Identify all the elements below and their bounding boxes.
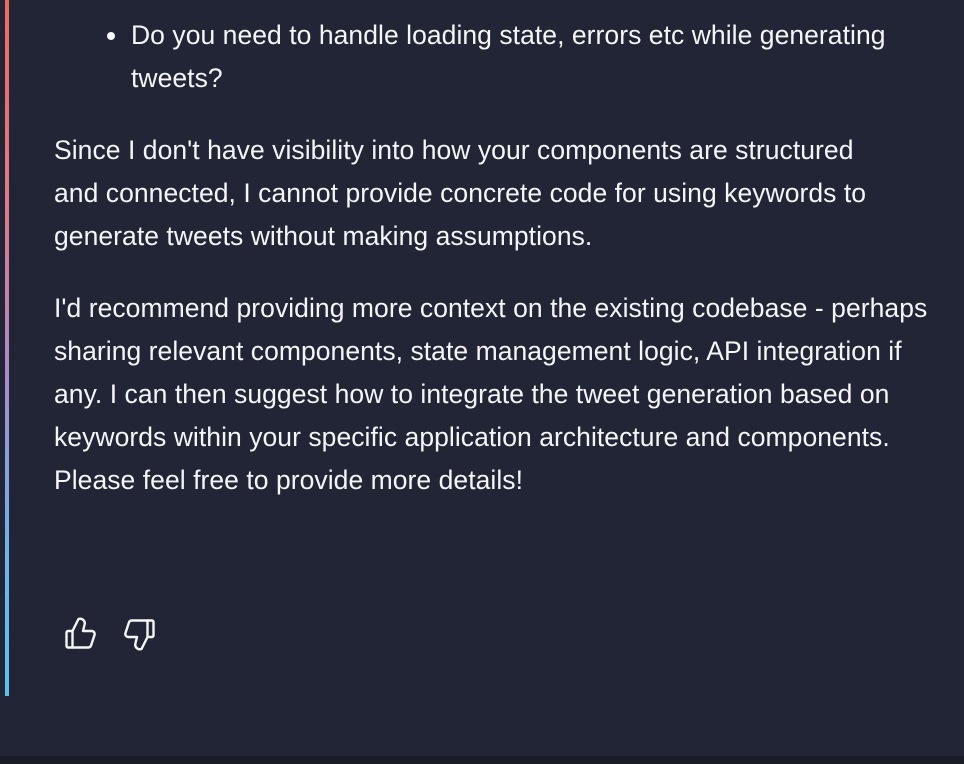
- chat-window: Do you need to handle loading state, err…: [0, 0, 964, 764]
- message-paragraph: Since I don't have visibility into how y…: [54, 135, 867, 251]
- message-paragraph: I'd recommend providing more context on …: [54, 293, 928, 495]
- thumbs-down-button[interactable]: [122, 616, 158, 652]
- thumbs-up-icon: [65, 617, 96, 649]
- thumbs-up-button[interactable]: [62, 616, 98, 652]
- list-item: Do you need to handle loading state, err…: [107, 14, 891, 100]
- thumbs-down-icon: [124, 619, 155, 651]
- feedback-actions: [62, 616, 158, 652]
- bullet-list: Do you need to handle loading state, err…: [54, 14, 944, 100]
- assistant-message: Do you need to handle loading state, err…: [54, 14, 944, 502]
- bottom-border: [0, 756, 964, 764]
- message-accent-bar: [5, 0, 9, 696]
